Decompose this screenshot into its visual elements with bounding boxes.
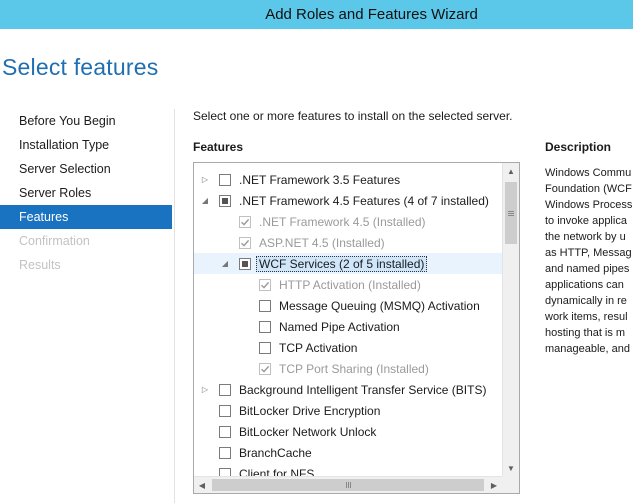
scroll-right-arrow-icon[interactable]: ▶ xyxy=(486,477,502,493)
feature-checkbox[interactable] xyxy=(219,194,231,207)
tree-item-label: BranchCache xyxy=(239,445,312,460)
description-text: Windows Commu Foundation (WCF Windows Proc… xyxy=(545,165,633,357)
feature-checkbox[interactable] xyxy=(219,425,231,438)
tree-item[interactable]: TCP Port Sharing (Installed) xyxy=(194,358,502,379)
window-title: Add Roles and Features Wizard xyxy=(265,6,478,23)
horizontal-scroll-thumb[interactable] xyxy=(212,479,484,491)
description-line: and named pipes xyxy=(545,263,630,275)
feature-checkbox[interactable] xyxy=(219,446,231,459)
tree-item[interactable]: BitLocker Network Unlock xyxy=(194,421,502,442)
description-line: to invoke applica xyxy=(545,215,627,227)
tree-item[interactable]: BitLocker Drive Encryption xyxy=(194,400,502,421)
tree-item-label: BitLocker Drive Encryption xyxy=(239,403,381,418)
tree-item-label: HTTP Activation (Installed) xyxy=(279,277,421,292)
nav-item-confirmation: Confirmation xyxy=(19,234,90,248)
horizontal-scrollbar[interactable]: ◀ ▶ xyxy=(194,476,502,493)
vertical-scrollbar[interactable]: ▲ ▼ xyxy=(502,163,519,476)
description-line: Windows Process xyxy=(545,199,633,211)
nav-item-server-selection[interactable]: Server Selection xyxy=(0,157,172,181)
scroll-down-arrow-icon[interactable]: ▼ xyxy=(503,460,519,476)
description-line: as HTTP, Messag xyxy=(545,247,632,259)
tree-item[interactable]: ◢ WCF Services (2 of 5 installed) xyxy=(194,253,502,274)
description-line: manageable, and xyxy=(545,343,631,355)
description-line: Windows Commu xyxy=(545,167,632,179)
nav-item-server-roles[interactable]: Server Roles xyxy=(0,181,172,205)
tree-item[interactable]: BranchCache xyxy=(194,442,502,463)
tree-item[interactable]: ASP.NET 4.5 (Installed) xyxy=(194,232,502,253)
expand-arrow-icon[interactable]: ▷ xyxy=(200,175,210,185)
collapse-arrow-icon[interactable]: ◢ xyxy=(220,259,230,269)
tree-item[interactable]: ◢ .NET Framework 4.5 Features (4 of 7 ins… xyxy=(194,190,502,211)
tree-item-label: .NET Framework 4.5 Features (4 of 7 inst… xyxy=(239,193,489,208)
tree-item-label: Named Pipe Activation xyxy=(279,319,400,334)
nav-divider xyxy=(174,109,175,503)
tree-item-label: .NET Framework 3.5 Features xyxy=(239,172,401,187)
expand-arrow-icon[interactable]: ▷ xyxy=(200,385,210,395)
feature-checkbox xyxy=(239,236,251,249)
scroll-left-arrow-icon[interactable]: ◀ xyxy=(194,477,210,493)
description-header: Description xyxy=(545,140,612,154)
description-line: work items, resul xyxy=(545,311,628,323)
feature-checkbox[interactable] xyxy=(259,341,271,354)
features-header: Features xyxy=(193,140,244,154)
tree-item-label: Message Queuing (MSMQ) Activation xyxy=(279,298,480,313)
feature-checkbox xyxy=(259,278,271,291)
feature-checkbox[interactable] xyxy=(239,257,251,270)
description-line: Foundation (WCF xyxy=(545,183,632,195)
feature-checkbox[interactable] xyxy=(259,320,271,333)
feature-checkbox[interactable] xyxy=(219,404,231,417)
tree-item-label: TCP Activation xyxy=(279,340,358,355)
tree-item[interactable]: ▷ Background Intelligent Transfer Service… xyxy=(194,379,502,400)
feature-checkbox[interactable] xyxy=(219,383,231,396)
tree-item-label: BitLocker Network Unlock xyxy=(239,424,377,439)
collapse-arrow-icon[interactable]: ◢ xyxy=(200,196,210,206)
feature-checkbox xyxy=(259,362,271,375)
title-bar: Add Roles and Features Wizard xyxy=(0,0,633,29)
tree-item-label: .NET Framework 4.5 (Installed) xyxy=(259,214,426,229)
tree-item[interactable]: TCP Activation xyxy=(194,337,502,358)
instruction-text: Select one or more features to install o… xyxy=(193,109,513,123)
tree-item-label: WCF Services (2 of 5 installed) xyxy=(256,255,428,272)
nav-item-installation-type[interactable]: Installation Type xyxy=(0,133,172,157)
vertical-scroll-thumb[interactable] xyxy=(505,182,517,244)
tree-item[interactable]: Message Queuing (MSMQ) Activation xyxy=(194,295,502,316)
wizard-nav: Before You Begin Installation Type Server … xyxy=(0,109,172,277)
tree-item-label: Background Intelligent Transfer Service … xyxy=(239,382,487,397)
tree-item[interactable]: Named Pipe Activation xyxy=(194,316,502,337)
tree-item-label: TCP Port Sharing (Installed) xyxy=(279,361,429,376)
feature-checkbox xyxy=(239,215,251,228)
tree-item[interactable]: HTTP Activation (Installed) xyxy=(194,274,502,295)
nav-item-before-you-begin[interactable]: Before You Begin xyxy=(0,109,172,133)
grip-icon xyxy=(508,210,514,216)
scroll-up-arrow-icon[interactable]: ▲ xyxy=(503,163,519,179)
feature-checkbox[interactable] xyxy=(219,173,231,186)
description-line: dynamically in re xyxy=(545,295,627,307)
feature-checkbox[interactable] xyxy=(259,299,271,312)
features-tree[interactable]: ▷ .NET Framework 3.5 Features ◢ .NET Framew… xyxy=(193,162,520,494)
description-line: hosting that is m xyxy=(545,327,626,339)
tree-item-label: ASP.NET 4.5 (Installed) xyxy=(259,235,385,250)
nav-item-features[interactable]: Features xyxy=(0,205,172,229)
description-line: applications can xyxy=(545,279,624,291)
nav-item-results: Results xyxy=(19,258,61,272)
description-line: the network by u xyxy=(545,231,626,243)
tree-item[interactable]: .NET Framework 4.5 (Installed) xyxy=(194,211,502,232)
grip-icon xyxy=(345,482,351,488)
page-title: Select features xyxy=(2,54,159,80)
scrollbar-corner xyxy=(502,476,519,493)
tree-item[interactable]: ▷ .NET Framework 3.5 Features xyxy=(194,169,502,190)
